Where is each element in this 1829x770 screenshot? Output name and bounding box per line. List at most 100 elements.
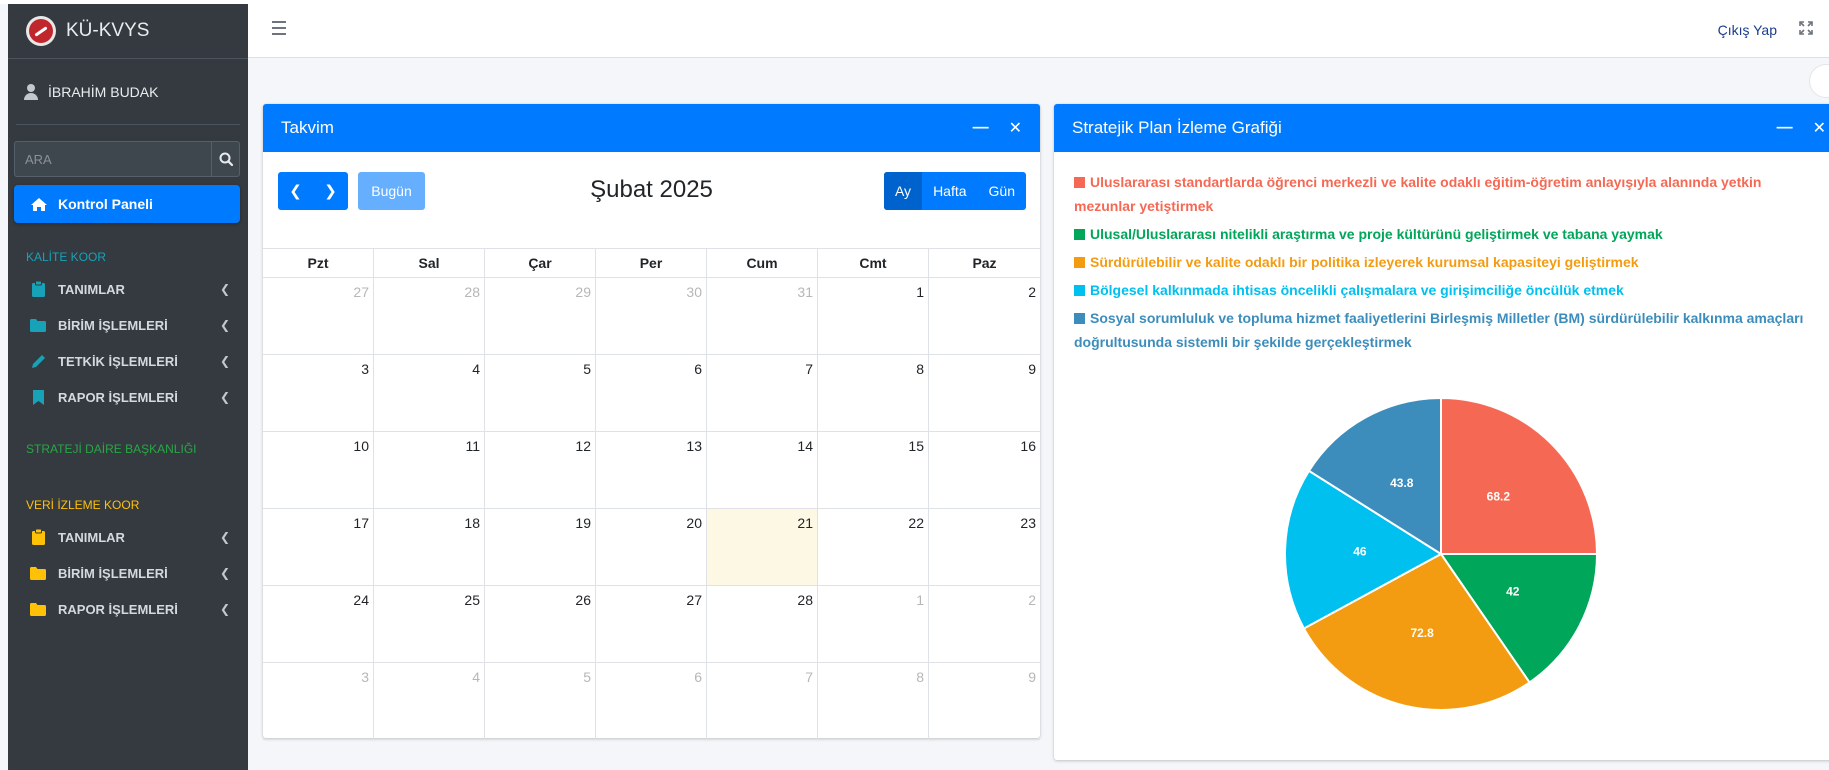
close-icon[interactable]: ✕ [1813,118,1826,138]
brand-link[interactable]: KÜ-KVYS [8,4,248,59]
calendar-card-header: Takvim — ✕ [263,104,1040,152]
calendar-day-cell[interactable]: 28 [707,586,818,663]
calendar-day-cell[interactable]: 7 [707,663,818,740]
legend-item[interactable]: Sosyal sorumluluk ve topluma hizmet faal… [1074,306,1824,354]
legend-label: Bölgesel kalkınmada ihtisas öncelikli ça… [1090,282,1624,298]
pie-chart: 68.2 42 72.8 46 43.8 [1259,372,1623,741]
sidebar-item-label: Kontrol Paneli [58,196,153,212]
pie-slice-label: 68.2 [1487,490,1511,504]
sidebar-item-kalite-tetkik-islemleri[interactable]: TETKİK İŞLEMLERİ ❮ [8,343,248,379]
calendar-day-cell[interactable]: 30 [596,278,707,355]
calendar-day-cell[interactable]: 8 [818,355,929,432]
calendar-day-cell[interactable]: 23 [929,509,1040,586]
calendar-day-cell[interactable]: 20 [596,509,707,586]
calendar-day-cell[interactable]: 17 [263,509,374,586]
calendar-day-cell[interactable]: 9 [929,355,1040,432]
calendar-day-cell[interactable]: 8 [818,663,929,740]
clipboard-icon [30,281,46,297]
sidebar-item-veri-tanimlar[interactable]: TANIMLAR ❮ [8,519,248,555]
weekday-header: Çar [485,249,596,278]
user-panel[interactable]: İBRAHİM BUDAK [16,59,240,125]
calendar-day-cell[interactable]: 7 [707,355,818,432]
home-icon [30,197,48,212]
legend-item[interactable]: Uluslararası standartlarda öğrenci merke… [1074,170,1824,218]
pie-chart-svg: 68.2 42 72.8 46 43.8 [1284,396,1599,711]
pencil-icon [30,354,46,369]
calendar-day-cell[interactable]: 12 [485,432,596,509]
sidebar-item-kontrol-paneli[interactable]: Kontrol Paneli [14,185,240,223]
today-button[interactable]: Bugün [358,172,425,210]
calendar-day-cell[interactable]: 3 [263,663,374,740]
sidebar-item-kalite-tanimlar[interactable]: TANIMLAR ❮ [8,271,248,307]
calendar-day-cell[interactable]: 6 [596,355,707,432]
calendar-day-cell[interactable]: 2 [929,278,1040,355]
calendar-day-cell[interactable]: 19 [485,509,596,586]
calendar-day-cell[interactable]: 14 [707,432,818,509]
fullscreen-icon[interactable] [1799,21,1813,38]
collapse-icon[interactable]: — [973,119,989,137]
sidebar-item-kalite-birim-islemleri[interactable]: BİRİM İŞLEMLERİ ❮ [8,307,248,343]
legend-swatch [1074,313,1085,324]
folder-icon [30,318,46,332]
calendar-day-cell[interactable]: 3 [263,355,374,432]
calendar-day-cell[interactable]: 13 [596,432,707,509]
calendar-day-cell[interactable]: 29 [485,278,596,355]
legend-swatch [1074,285,1085,296]
collapse-icon[interactable]: — [1777,119,1793,137]
nav-header-strateji[interactable]: STRATEJİ DAİRE BAŞKANLIĞI [8,435,248,463]
legend-item[interactable]: Ulusal/Uluslararası nitelikli araştırma … [1074,222,1824,246]
calendar-toolbar: ❮ ❯ Bugün Şubat 2025 Ay Hafta Gün [263,152,1040,248]
pie-slice-label: 42 [1506,585,1520,599]
legend-item[interactable]: Sürdürülebilir ve kalite odaklı bir poli… [1074,250,1824,274]
calendar-day-cell[interactable]: 25 [374,586,485,663]
pie-slice[interactable] [1440,396,1599,555]
calendar-day-cell[interactable]: 11 [374,432,485,509]
menu-toggle-icon[interactable] [272,21,286,39]
calendar-day-cell[interactable]: 15 [818,432,929,509]
calendar-weekday-header: Pzt Sal Çar Per Cum Cmt Paz [263,248,1040,278]
calendar-day-cell[interactable]: 6 [596,663,707,740]
legend-item[interactable]: Bölgesel kalkınmada ihtisas öncelikli ça… [1074,278,1824,302]
calendar-card: Takvim — ✕ ❮ ❯ Bugün Şubat 2025 Ay Hafta… [263,104,1040,740]
view-week-button[interactable]: Hafta [922,172,977,210]
calendar-day-cell[interactable]: 4 [374,355,485,432]
chevron-left-icon: ❮ [289,183,302,200]
view-month-button[interactable]: Ay [883,172,923,210]
calendar-grid: Pzt Sal Çar Per Cum Cmt Paz 27 28 29 30 31 1 2 3 4 5 6 7 8… [263,248,1040,740]
calendar-day-cell[interactable]: 26 [485,586,596,663]
calendar-day-cell[interactable]: 24 [263,586,374,663]
logout-link[interactable]: Çıkış Yap [1718,22,1777,38]
calendar-day-cell[interactable]: 5 [485,355,596,432]
calendar-day-cell[interactable]: 10 [263,432,374,509]
next-month-button[interactable]: ❯ [313,172,348,210]
chevron-right-icon: ❯ [324,183,337,200]
weekday-header: Cmt [818,249,929,278]
calendar-day-cell[interactable]: 5 [485,663,596,740]
calendar-view-switch: Ay Hafta Gün [883,172,1026,210]
calendar-day-cell[interactable]: 9 [929,663,1040,740]
calendar-day-cell[interactable]: 1 [818,586,929,663]
prev-month-button[interactable]: ❮ [278,172,313,210]
calendar-day-cell[interactable]: 31 [707,278,818,355]
calendar-day-cell[interactable]: 27 [263,278,374,355]
bookmark-icon [30,389,46,405]
view-day-button[interactable]: Gün [978,172,1026,210]
calendar-day-cell[interactable]: 4 [374,663,485,740]
sidebar-item-veri-rapor-islemleri[interactable]: RAPOR İŞLEMLERİ ❮ [8,591,248,627]
sidebar-item-kalite-rapor-islemleri[interactable]: RAPOR İŞLEMLERİ ❮ [8,379,248,415]
calendar-day-cell[interactable]: 2 [929,586,1040,663]
calendar-day-cell[interactable]: 1 [818,278,929,355]
calendar-day-cell[interactable]: 16 [929,432,1040,509]
legend-swatch [1074,177,1085,188]
calendar-day-cell[interactable]: 18 [374,509,485,586]
settings-icon[interactable] [1809,64,1829,98]
search-button[interactable] [211,141,240,177]
calendar-day-cell[interactable]: 21 [707,509,818,586]
sidebar-item-veri-birim-islemleri[interactable]: BİRİM İŞLEMLERİ ❮ [8,555,248,591]
calendar-day-cell[interactable]: 27 [596,586,707,663]
calendar-day-cell[interactable]: 22 [818,509,929,586]
search-input[interactable] [14,141,211,177]
sidebar-item-label: TANIMLAR [58,529,125,545]
close-icon[interactable]: ✕ [1009,118,1022,138]
calendar-day-cell[interactable]: 28 [374,278,485,355]
